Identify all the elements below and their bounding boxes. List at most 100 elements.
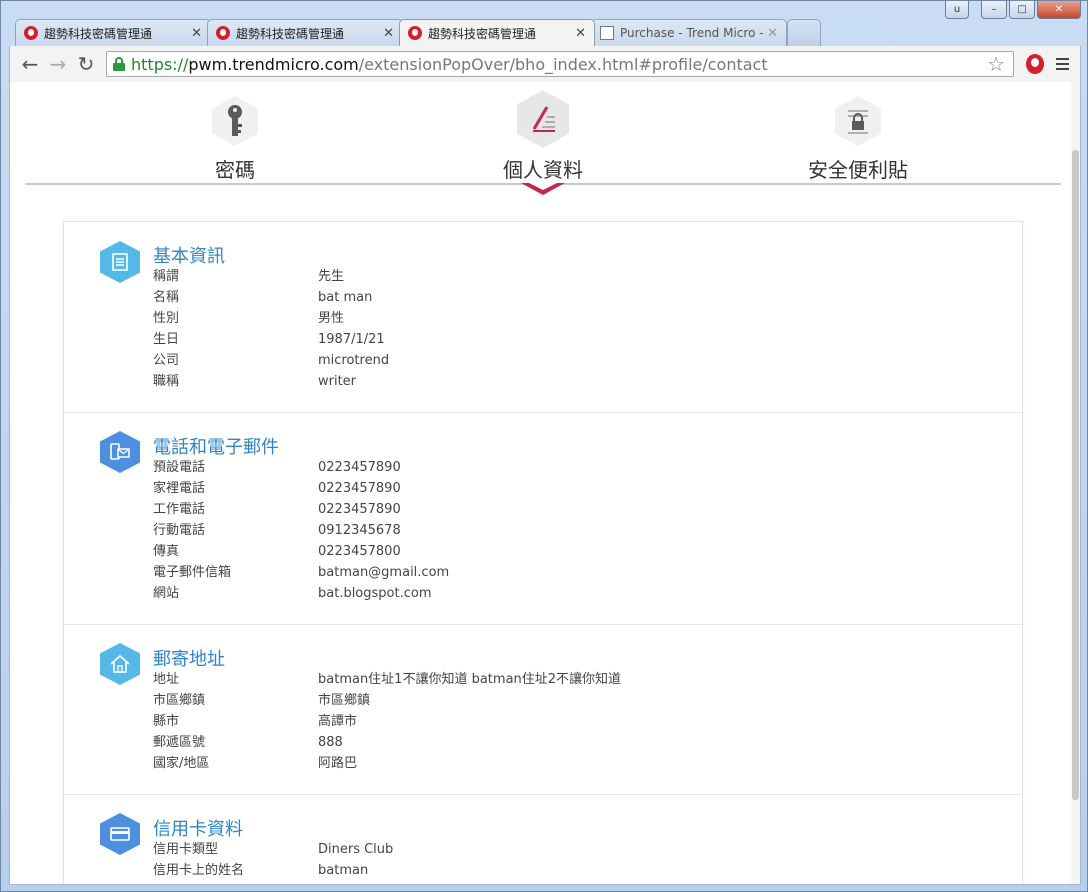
tab-title: 趨勢科技密碼管理通 xyxy=(236,26,345,41)
nav-label-profile: 個人資料 xyxy=(503,158,583,182)
tab-4[interactable]: Purchase - Trend Micro - ✕ xyxy=(591,19,787,46)
field-row: 生日 1987/1/21 xyxy=(153,329,389,350)
field-label: 職稱 xyxy=(153,374,180,389)
profile-nav: 密碼 個人資料 安全便利貼 xyxy=(25,82,1061,185)
field-value: 0223457800 xyxy=(318,544,401,559)
tab-title: 趨勢科技密碼管理通 xyxy=(428,26,537,41)
field-row: 行動電話 0912345678 xyxy=(153,520,449,541)
phone-mail-icon xyxy=(100,431,140,473)
field-value: microtrend xyxy=(318,353,390,368)
field-row: 公司 microtrend xyxy=(153,350,389,371)
nav-item-profile[interactable]: 個人資料 xyxy=(443,82,643,183)
field-row: 性別 男性 xyxy=(153,308,389,329)
field-value: 市區鄉鎮 xyxy=(318,693,371,708)
nav-label-secure-notes: 安全便利貼 xyxy=(808,158,908,182)
secure-note-icon xyxy=(835,96,881,146)
field-row: 信用卡類型 Diners Club xyxy=(153,839,393,860)
field-value: 先生 xyxy=(318,269,345,284)
field-label: 稱謂 xyxy=(153,269,180,284)
tab-close-icon[interactable]: ✕ xyxy=(383,26,394,41)
field-row: 職稱 writer xyxy=(153,371,389,392)
reload-button[interactable]: ↻ xyxy=(72,50,100,78)
user-profile-button[interactable]: u xyxy=(945,1,969,19)
field-value: bat man xyxy=(318,290,373,305)
tab-close-icon[interactable]: ✕ xyxy=(767,26,778,41)
field-row: 國家/地區 阿路巴 xyxy=(153,753,621,774)
new-tab-button[interactable] xyxy=(787,19,821,46)
field-value: batman住址1不讓你知道 batman住址2不讓你知道 xyxy=(318,672,622,687)
trendmicro-icon xyxy=(24,26,38,40)
field-label: 國家/地區 xyxy=(153,756,210,771)
field-value: writer xyxy=(318,374,357,389)
section-title-basic-info: 基本資訊 xyxy=(153,246,225,267)
field-value: 0223457890 xyxy=(318,502,401,517)
section-phone-email: 電話和電子郵件 預設電話 0223457890 家裡電話 0223457890 工作… xyxy=(64,413,1022,625)
section-credit-card: 信用卡資料 信用卡類型 Diners Club 信用卡上的姓名 batman xyxy=(64,795,1022,884)
key-icon xyxy=(212,96,258,146)
field-value: 男性 xyxy=(318,311,345,326)
back-button[interactable]: ← xyxy=(16,50,44,78)
field-value: 0223457890 xyxy=(318,481,401,496)
scrollbar-thumb[interactable] xyxy=(1072,150,1079,800)
address-bar[interactable]: https://pwm.trendmicro.com/extensionPopO… xyxy=(106,51,1014,77)
field-label: 生日 xyxy=(153,332,180,347)
section-title-mailing-address: 郵寄地址 xyxy=(153,649,225,670)
nav-item-secure-notes[interactable]: 安全便利貼 xyxy=(758,82,958,183)
tab-close-icon[interactable]: ✕ xyxy=(575,26,586,41)
credit-card-icon xyxy=(100,813,140,855)
document-icon xyxy=(600,26,614,40)
field-value: batman@gmail.com xyxy=(318,565,450,580)
trendmicro-extension-icon[interactable] xyxy=(1024,53,1046,75)
field-label: 電子郵件信箱 xyxy=(153,565,232,580)
field-value: batman xyxy=(318,863,369,878)
nav-label-passwords: 密碼 xyxy=(215,158,255,182)
section-basic-info: 基本資訊 稱謂 先生 名稱 bat man 性別 男性 生日 1987/1/21 公司 m… xyxy=(64,222,1022,413)
phone-email-rows: 預設電話 0223457890 家裡電話 0223457890 工作電話 022345… xyxy=(153,457,449,604)
active-tab-caret xyxy=(521,181,565,195)
tab-close-icon[interactable]: ✕ xyxy=(191,26,202,41)
bookmark-star-icon[interactable]: ☆ xyxy=(987,52,1005,76)
window-caption-buttons: u – □ ✕ xyxy=(945,1,1081,21)
field-row: 郵遞區號 888 xyxy=(153,732,621,753)
url-path: /extensionPopOver/bho_index.html#profile… xyxy=(358,54,768,74)
field-value: bat.blogspot.com xyxy=(318,586,432,601)
field-row: 電子郵件信箱 batman@gmail.com xyxy=(153,562,449,583)
field-row: 傳真 0223457800 xyxy=(153,541,449,562)
nav-item-passwords[interactable]: 密碼 xyxy=(135,82,335,183)
url-scheme: https:// xyxy=(131,54,189,74)
field-label: 市區鄉鎮 xyxy=(153,693,206,708)
menu-icon[interactable] xyxy=(1050,52,1074,76)
trendmicro-icon xyxy=(216,26,230,40)
field-label: 工作電話 xyxy=(153,502,206,517)
id-card-icon xyxy=(100,241,140,283)
tab-title: Purchase - Trend Micro - xyxy=(620,26,764,40)
field-label: 性別 xyxy=(153,311,180,326)
field-row: 名稱 bat man xyxy=(153,287,389,308)
browser-window: u – □ ✕ 趨勢科技密碼管理通 ✕ 趨勢科技密碼管理通 ✕ 趨勢科技密碼管理… xyxy=(0,0,1088,892)
field-label: 家裡電話 xyxy=(153,481,206,496)
field-value: 0223457890 xyxy=(318,460,401,475)
field-row: 地址 batman住址1不讓你知道 batman住址2不讓你知道 xyxy=(153,669,621,690)
tab-2[interactable]: 趨勢科技密碼管理通 ✕ xyxy=(207,19,403,46)
minimize-button[interactable]: – xyxy=(981,1,1007,19)
field-row: 市區鄉鎮 市區鄉鎮 xyxy=(153,690,621,711)
forward-button[interactable]: → xyxy=(44,50,72,78)
field-row: 縣市 高譚市 xyxy=(153,711,621,732)
tab-1[interactable]: 趨勢科技密碼管理通 ✕ xyxy=(15,19,211,46)
tab-3-active[interactable]: 趨勢科技密碼管理通 ✕ xyxy=(399,19,595,46)
maximize-button[interactable]: □ xyxy=(1009,1,1035,19)
field-value: 阿路巴 xyxy=(318,756,358,771)
field-label: 信用卡類型 xyxy=(153,842,219,857)
basic-info-rows: 稱謂 先生 名稱 bat man 性別 男性 生日 1987/1/21 公司 microt… xyxy=(153,266,389,392)
field-label: 網站 xyxy=(153,586,180,601)
field-label: 縣市 xyxy=(153,714,180,729)
browser-toolbar: ← → ↻ https://pwm.trendmicro.com/extensi… xyxy=(9,46,1081,82)
field-label: 郵遞區號 xyxy=(153,735,206,750)
url-host: pwm.trendmicro.com xyxy=(188,54,359,74)
field-row: 稱謂 先生 xyxy=(153,266,389,287)
field-label: 行動電話 xyxy=(153,523,206,538)
section-mailing-address: 郵寄地址 地址 batman住址1不讓你知道 batman住址2不讓你知道 市區鄉… xyxy=(64,625,1022,795)
close-window-button[interactable]: ✕ xyxy=(1037,1,1081,19)
vertical-scrollbar[interactable] xyxy=(1071,82,1080,884)
profile-card: 基本資訊 稱謂 先生 名稱 bat man 性別 男性 生日 1987/1/21 公司 m… xyxy=(63,221,1023,884)
